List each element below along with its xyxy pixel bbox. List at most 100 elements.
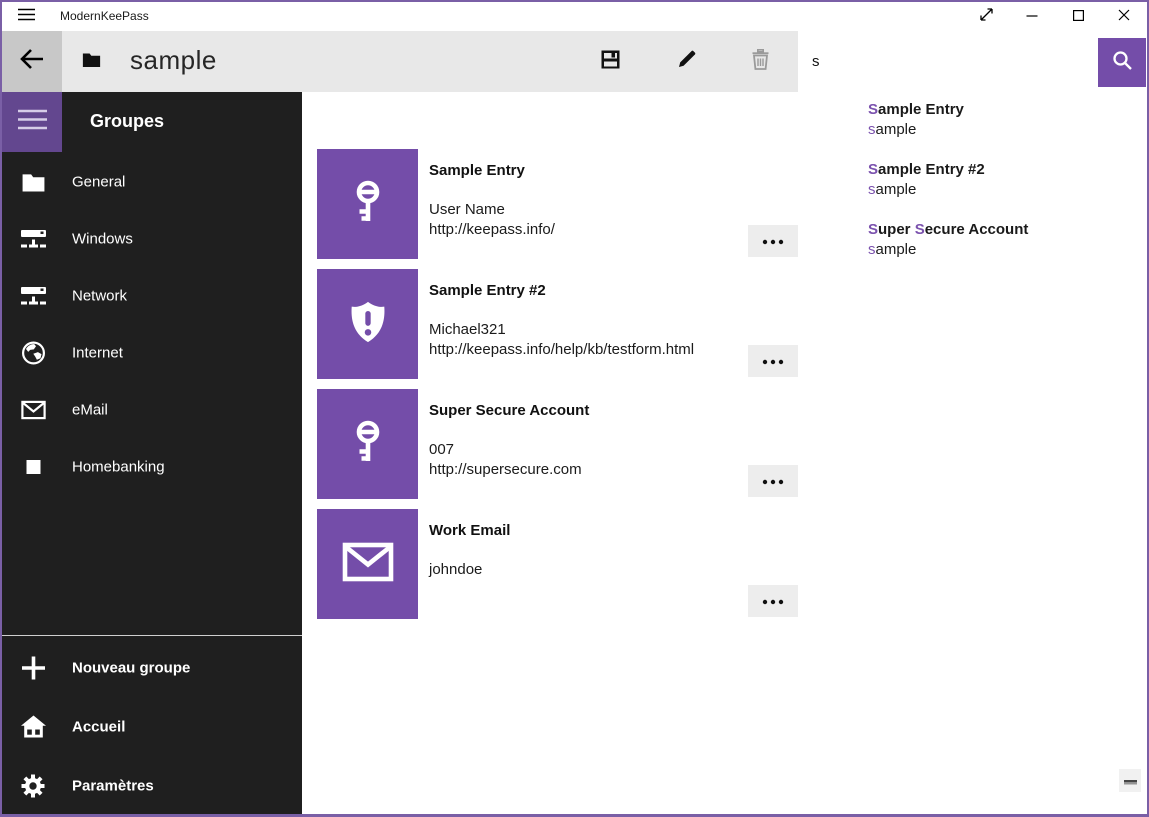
suggestion-title: Sample Entry #2 [868,160,985,180]
fullscreen-button[interactable] [963,2,1009,31]
sidebar-footer-item-settings[interactable]: Paramètres [2,757,302,815]
minimize-button[interactable] [1009,2,1055,31]
sidebar-separator [2,635,302,636]
mail-icon [19,400,47,419]
database-title: sample [130,45,217,76]
more-dots-icon [762,232,784,250]
delete-button[interactable] [736,37,784,86]
envelope-icon [342,542,394,587]
entry-username: johndoe [429,561,482,578]
entry-tile [317,509,418,619]
entry-title: Super Secure Account [429,402,589,419]
plus-icon [19,655,47,682]
sidebar: Groupes General Windows Network Internet eMa… [2,92,302,814]
key-icon [344,178,392,231]
pencil-icon [676,49,697,75]
sidebar-footer-item-new-group[interactable]: Nouveau groupe [2,639,302,697]
sidebar-footer-label: Accueil [72,719,125,736]
sidebar-item-label: Windows [72,230,133,247]
suggestion-subtitle: sample [868,180,985,200]
magnifier-icon [1111,49,1133,76]
back-arrow-icon [19,46,45,77]
entry-username: User Name [429,201,505,218]
entry-url: http://keepass.info/ [429,221,555,238]
hamburger-icon [18,8,35,26]
more-dots-icon [762,592,784,610]
save-icon [600,49,621,75]
ethernet-icon [19,227,47,250]
sidebar-item-label: Internet [72,344,123,361]
zoom-out-button[interactable] [1119,769,1141,792]
suggestion-title: Sample Entry [868,100,964,120]
entry-row[interactable]: Super Secure Account 007 http://supersecur… [317,389,807,499]
hamburger-icon [18,109,47,135]
app-window: ModernKeePass [0,0,1149,817]
groups-header: Groupes [90,111,164,132]
entry-username: Michael321 [429,321,506,338]
sidebar-item-windows[interactable]: Windows [2,210,302,267]
entry-more-button[interactable] [748,585,798,617]
entry-row[interactable]: Work Email johndoe [317,509,807,619]
globe-icon [19,340,47,365]
search-button[interactable] [1098,38,1146,87]
group-list: General Windows Network Internet eMail Homeba… [2,153,302,495]
entry-title: Work Email [429,522,510,539]
entry-row[interactable]: Sample Entry User Name http://keepass.info… [317,149,807,259]
sidebar-item-internet[interactable]: Internet [2,324,302,381]
window-controls [963,2,1147,31]
shield-icon [345,299,391,350]
search-suggestion[interactable]: Sample Entrysample [868,100,964,152]
entry-tile [317,269,418,379]
search-suggestions: Sample EntrysampleSample Entry #2sampleS… [798,92,1147,274]
sidebar-item-label: eMail [72,401,108,418]
app-title: ModernKeePass [60,2,149,31]
search-suggestion[interactable]: Super Secure Accountsample [868,220,1028,272]
search-suggestion[interactable]: Sample Entry #2sample [868,160,985,212]
sidebar-footer-label: Paramètres [72,778,154,795]
expand-icon [979,7,994,27]
folder-icon [82,52,101,72]
entry-more-button[interactable] [748,225,798,257]
minimize-icon [1026,8,1038,26]
trash-icon [751,49,770,75]
more-dots-icon [762,472,784,490]
sidebar-footer-item-home[interactable]: Accueil [2,698,302,756]
entry-tile [317,149,418,259]
entry-more-button[interactable] [748,345,798,377]
appbar: sample s [2,31,1147,92]
titlebar-menu-button[interactable] [2,2,50,31]
minus-icon [1124,772,1137,790]
more-dots-icon [762,352,784,370]
home-icon [19,715,47,740]
sidebar-item-homebanking[interactable]: Homebanking [2,438,302,495]
entry-username: 007 [429,441,454,458]
sidebar-item-label: Homebanking [72,458,165,475]
entry-row[interactable]: Sample Entry #2 Michael321 http://keepass.… [317,269,807,379]
titlebar: ModernKeePass [2,2,1147,31]
sidebar-item-network[interactable]: Network [2,267,302,324]
sidebar-hamburger-button[interactable] [2,92,62,152]
close-icon [1118,8,1130,26]
close-button[interactable] [1101,2,1147,31]
entry-url: http://supersecure.com [429,461,582,478]
back-button[interactable] [2,31,62,92]
gear-icon [19,773,47,799]
maximize-icon [1073,8,1084,26]
sidebar-item-general[interactable]: General [2,153,302,210]
maximize-button[interactable] [1055,2,1101,31]
suggestion-subtitle: sample [868,240,1028,260]
suggestion-title: Super Secure Account [868,220,1028,240]
entry-more-button[interactable] [748,465,798,497]
entry-url: http://keepass.info/help/kb/testform.htm… [429,341,694,358]
search-input[interactable]: s [798,31,1095,92]
sidebar-item-email[interactable]: eMail [2,381,302,438]
sidebar-item-label: Network [72,287,127,304]
entry-title: Sample Entry #2 [429,282,546,299]
save-button[interactable] [586,37,634,86]
square-icon [19,454,47,479]
entry-title: Sample Entry [429,162,525,179]
edit-button[interactable] [662,37,710,86]
entry-tile [317,389,418,499]
sidebar-footer-label: Nouveau groupe [72,660,190,677]
search-area: s [798,31,1147,92]
